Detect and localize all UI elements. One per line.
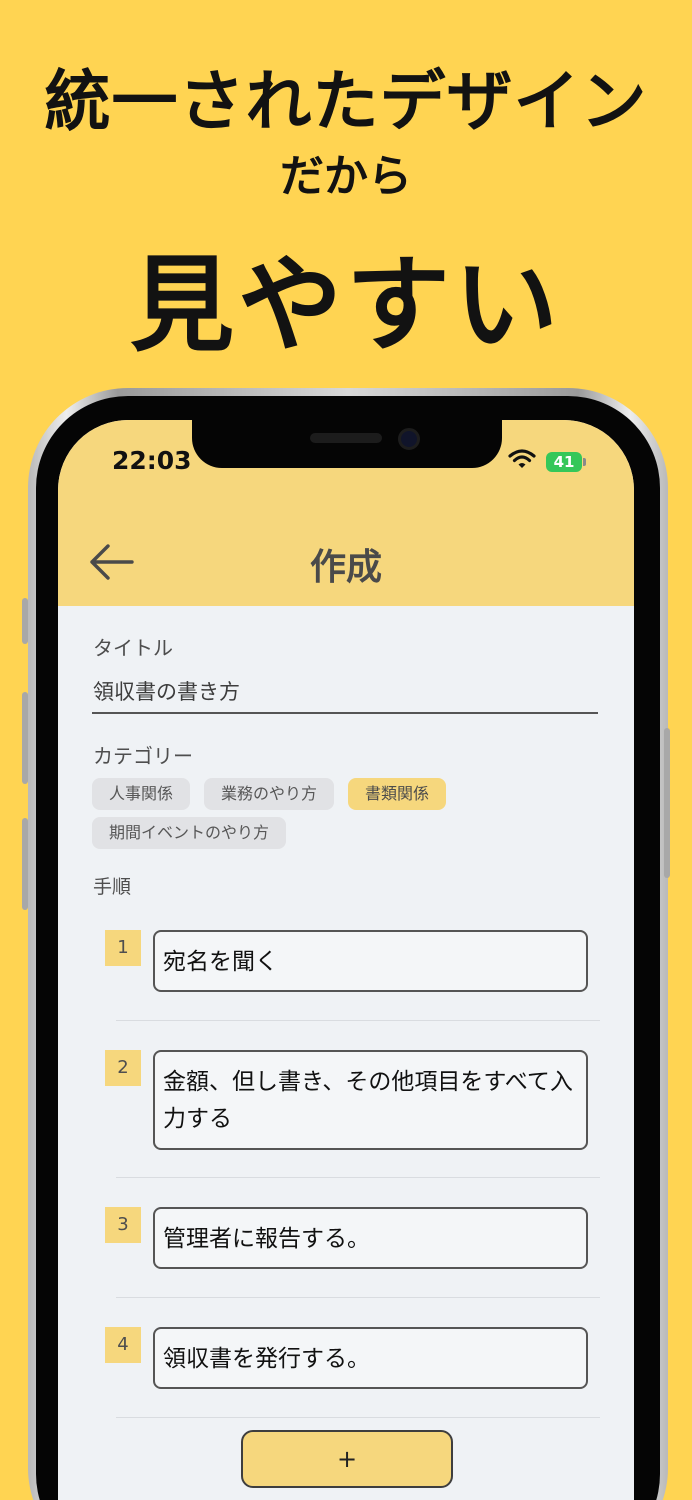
step-divider xyxy=(116,1177,600,1178)
phone-volume-up xyxy=(22,692,28,784)
wifi-icon xyxy=(508,449,536,468)
step-input[interactable]: 管理者に報告する。 xyxy=(153,1207,588,1269)
category-chip-gyomu[interactable]: 業務のやり方 xyxy=(204,778,335,810)
category-label: カテゴリー xyxy=(93,744,193,768)
phone-notch xyxy=(192,418,502,468)
title-input-underline xyxy=(92,712,598,714)
step-input[interactable]: 金額、但し書き、その他項目をすべて入力する xyxy=(153,1050,588,1150)
category-chip-shorui[interactable]: 書類関係 xyxy=(348,778,447,810)
step-input[interactable]: 宛名を聞く xyxy=(153,930,588,992)
title-input[interactable]: 領収書の書き方 xyxy=(93,676,240,706)
step-number: 3 xyxy=(105,1207,141,1243)
step-number: 1 xyxy=(105,930,141,966)
step-divider xyxy=(116,1020,600,1021)
page-title: 作成 xyxy=(309,547,382,588)
step-divider xyxy=(116,1297,600,1298)
app-screen: 22:03 41 作成 タイトル 領収書の書き方 カテゴリー 人事関係 業務のや… xyxy=(58,420,634,1500)
step-input[interactable]: 領収書を発行する。 xyxy=(153,1327,588,1389)
add-step-button[interactable]: + xyxy=(241,1430,453,1488)
phone-mute-switch xyxy=(22,598,28,644)
step-number: 4 xyxy=(105,1327,141,1363)
phone-power-button xyxy=(664,728,670,878)
title-label: タイトル xyxy=(93,636,173,660)
status-time: 22:03 xyxy=(112,446,192,475)
phone-speaker xyxy=(310,433,382,443)
category-chip-kikan[interactable]: 期間イベントのやり方 xyxy=(92,817,287,849)
promo-headline-2: だから xyxy=(280,151,412,202)
step-number: 2 xyxy=(105,1050,141,1086)
steps-label: 手順 xyxy=(93,876,132,898)
promo-headline-3: 見やすい xyxy=(129,244,562,366)
step-divider xyxy=(116,1417,600,1418)
promo-headline-1: 統一されたデザイン xyxy=(44,63,648,140)
phone-volume-down xyxy=(22,818,28,910)
phone-camera xyxy=(398,428,420,450)
category-chip-jinji[interactable]: 人事関係 xyxy=(92,778,191,810)
battery-icon: 41 xyxy=(546,452,582,472)
battery-tip xyxy=(583,458,586,466)
